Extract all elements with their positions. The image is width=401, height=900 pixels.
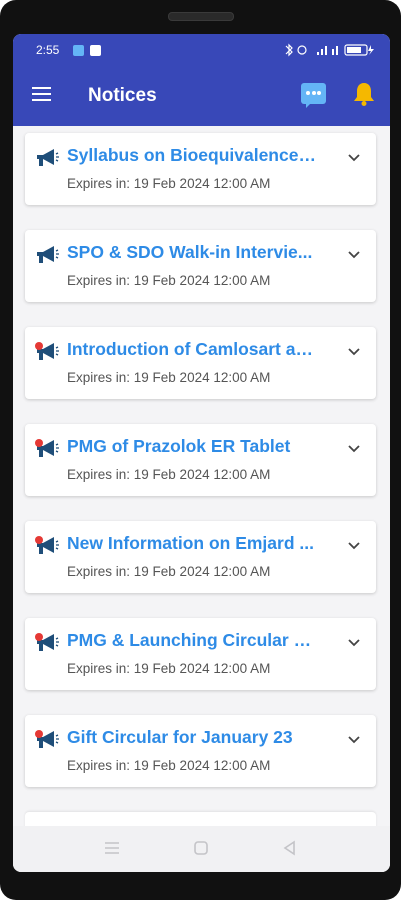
chevron-down-icon[interactable]	[347, 638, 361, 648]
system-nav-bar	[13, 826, 390, 872]
menu-icon[interactable]	[32, 87, 52, 105]
chat-icon[interactable]	[301, 83, 326, 108]
notice-title[interactable]: PMG of Prazolok ER Tablet	[67, 436, 317, 457]
linkedin-icon	[90, 45, 101, 56]
notice-expires: Expires in: 19 Feb 2024 12:00 AM	[67, 467, 271, 482]
notice-card[interactable]: SPO & SDO Walk-in Intervie... Expires in…	[25, 230, 376, 302]
phone-speaker	[168, 12, 234, 21]
notice-expires: Expires in: 19 Feb 2024 12:00 AM	[67, 758, 271, 773]
megaphone-alert-icon	[35, 730, 59, 748]
bluetooth-icon	[285, 43, 293, 57]
home-icon[interactable]	[189, 838, 213, 858]
notice-card[interactable]: New Information on Emjard ... Expires in…	[25, 521, 376, 593]
screen: 2:55 Notices Syllabus on Bioequivalence …	[13, 34, 390, 872]
megaphone-alert-icon	[35, 439, 59, 457]
megaphone-alert-icon	[35, 633, 59, 651]
chevron-down-icon[interactable]	[347, 250, 361, 260]
phone-frame: 2:55 Notices Syllabus on Bioequivalence …	[0, 0, 401, 900]
chevron-down-icon[interactable]	[347, 153, 361, 163]
notice-title[interactable]: Introduction of Camlosart as...	[67, 339, 317, 360]
megaphone-alert-icon	[35, 342, 59, 360]
status-time: 2:55	[36, 43, 60, 57]
notice-expires: Expires in: 19 Feb 2024 12:00 AM	[67, 176, 271, 191]
chevron-down-icon[interactable]	[347, 735, 361, 745]
alarm-icon	[297, 45, 307, 55]
notice-card[interactable]: Gift Circular for January 23 Expires in:…	[25, 715, 376, 787]
notice-title[interactable]: SPO & SDO Walk-in Intervie...	[67, 242, 317, 263]
status-right-icons	[283, 43, 378, 60]
recent-apps-icon[interactable]	[100, 838, 124, 858]
megaphone-icon	[37, 149, 59, 166]
notice-expires: Expires in: 19 Feb 2024 12:00 AM	[67, 661, 271, 676]
battery-icon	[344, 44, 374, 56]
chevron-down-icon[interactable]	[347, 347, 361, 357]
status-icons-svg	[285, 43, 374, 57]
notice-card[interactable]: Syllabus on Bioequivalence ... Expires i…	[25, 133, 376, 205]
chevron-down-icon[interactable]	[347, 444, 361, 454]
signal-icon	[317, 46, 338, 55]
megaphone-icon	[37, 246, 59, 263]
notice-title[interactable]: Gift Circular for January 23	[67, 727, 317, 748]
app-bar: Notices	[13, 68, 390, 126]
notice-card[interactable]: PMG & Launching Circular of... Expires i…	[25, 618, 376, 690]
notice-title[interactable]: Syllabus on Bioequivalence ...	[67, 145, 317, 166]
notice-title[interactable]: New Information on Emjard ...	[67, 533, 317, 554]
page-title: Notices	[88, 85, 157, 106]
megaphone-alert-icon	[35, 536, 59, 554]
back-icon[interactable]	[278, 838, 302, 858]
notice-card[interactable]: Introduction of Camlosart as... Expires …	[25, 327, 376, 399]
notice-title[interactable]: PMG & Launching Circular of...	[67, 630, 317, 651]
app-notification-icon	[73, 45, 84, 56]
notice-expires: Expires in: 19 Feb 2024 12:00 AM	[67, 564, 271, 579]
status-bar: 2:55	[13, 34, 390, 68]
notice-card[interactable]: PMG of Prazolok ER Tablet Expires in: 19…	[25, 424, 376, 496]
bell-icon[interactable]	[352, 81, 376, 107]
notice-expires: Expires in: 19 Feb 2024 12:00 AM	[67, 370, 271, 385]
chevron-down-icon[interactable]	[347, 541, 361, 551]
notice-expires: Expires in: 19 Feb 2024 12:00 AM	[67, 273, 271, 288]
